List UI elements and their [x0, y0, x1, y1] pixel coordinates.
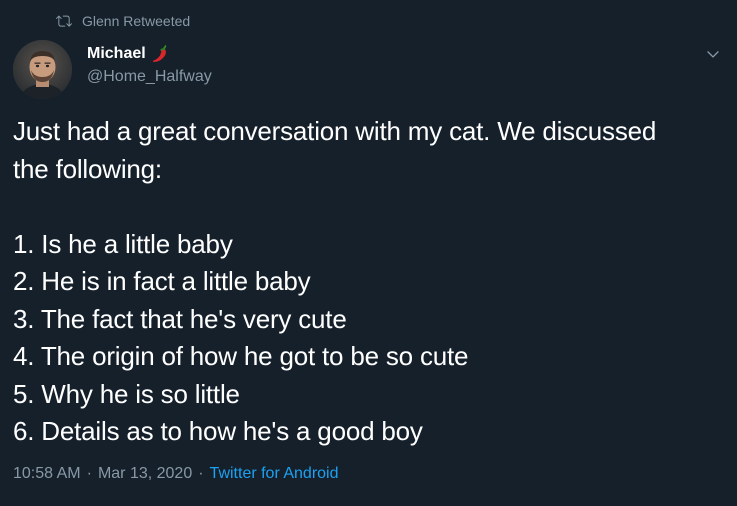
avatar[interactable] — [13, 40, 72, 99]
tweet-time[interactable]: 10:58 AM — [13, 465, 81, 483]
author-block[interactable]: Michael @Home_Halfway — [87, 42, 212, 88]
retweet-icon — [56, 15, 72, 27]
tweet-text: Just had a great conversation with my ca… — [13, 116, 657, 446]
display-name[interactable]: Michael — [87, 45, 146, 63]
tweet-options-button[interactable] — [701, 42, 725, 66]
retweet-label: Glenn Retweeted — [82, 13, 191, 29]
hot-pepper-icon — [152, 45, 166, 62]
display-name-row: Michael — [87, 42, 212, 66]
avatar-image — [13, 40, 72, 99]
meta-separator: · — [86, 465, 92, 482]
user-handle[interactable]: @Home_Halfway — [87, 66, 212, 88]
meta-separator: · — [198, 465, 204, 482]
retweet-context[interactable]: Glenn Retweeted — [56, 11, 190, 31]
tweet-meta: 10:58 AM · Mar 13, 2020 · Twitter for An… — [13, 465, 339, 483]
chevron-down-icon — [707, 51, 719, 58]
tweet-source-link[interactable]: Twitter for Android — [210, 465, 339, 483]
tweet-header: Michael @Home_Halfway — [13, 40, 737, 102]
tweet-date[interactable]: Mar 13, 2020 — [98, 465, 192, 483]
